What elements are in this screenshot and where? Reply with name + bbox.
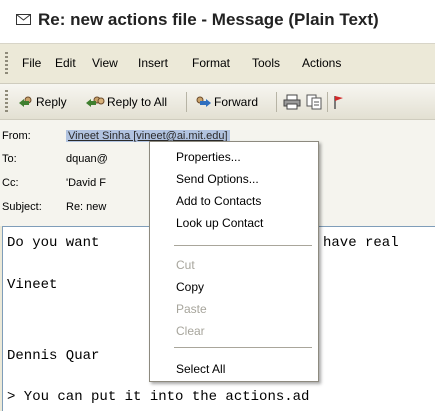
menu-item-paste: Paste	[176, 302, 207, 316]
menu-item-copy[interactable]: Copy	[176, 280, 204, 294]
menu-item-send-options[interactable]: Send Options...	[176, 172, 259, 186]
menu-edit[interactable]: Edit	[55, 56, 76, 70]
toolbar-separator	[276, 92, 277, 112]
body-line-3: Dennis Quar	[7, 348, 100, 364]
reply-all-button[interactable]: Reply to All	[85, 93, 167, 111]
print-button[interactable]	[283, 93, 303, 111]
menu-view[interactable]: View	[92, 56, 118, 70]
menu-item-clear: Clear	[176, 324, 205, 338]
cc-label: Cc:	[2, 177, 19, 189]
forward-label: Forward	[214, 95, 259, 109]
reply-all-label: Reply to All	[107, 95, 168, 109]
menu-separator	[174, 245, 312, 246]
toolbar-grip[interactable]	[5, 90, 8, 114]
subject-label: Subject:	[2, 201, 42, 213]
forward-icon	[196, 96, 211, 107]
menu-format[interactable]: Format	[192, 56, 230, 70]
flag-button[interactable]	[333, 93, 347, 111]
title-bar: Re: new actions file - Message (Plain Te…	[0, 0, 435, 44]
envelope-icon	[16, 14, 31, 25]
menu-file[interactable]: File	[22, 56, 41, 70]
context-menu: Properties... Send Options... Add to Con…	[149, 141, 319, 382]
body-line-2: Vineet	[7, 277, 58, 293]
menu-tools[interactable]: Tools	[252, 56, 280, 70]
to-label: To:	[2, 153, 17, 165]
reply-button[interactable]: Reply	[18, 93, 67, 111]
toolbar: Reply Reply to All Forward	[0, 84, 435, 120]
reply-label: Reply	[36, 95, 67, 109]
menu-item-look-up-contact[interactable]: Look up Contact	[176, 216, 263, 230]
forward-button[interactable]: Forward	[194, 93, 258, 111]
body-line-1a: Do you want	[7, 235, 100, 251]
menu-bar: File Edit View Insert Format Tools Actio…	[0, 44, 435, 84]
menu-item-add-to-contacts[interactable]: Add to Contacts	[176, 194, 261, 208]
flag-icon	[334, 96, 343, 109]
toolbar-separator	[327, 92, 328, 112]
print-icon	[283, 94, 301, 110]
menubar-grip[interactable]	[5, 52, 8, 76]
menu-actions[interactable]: Actions	[302, 56, 341, 70]
from-label: From:	[2, 130, 31, 142]
reply-icon	[19, 96, 32, 107]
menu-insert[interactable]: Insert	[138, 56, 168, 70]
copy-button[interactable]	[306, 93, 325, 111]
toolbar-separator	[186, 92, 187, 112]
body-line-4: > You can put it into the actions.ad	[7, 389, 310, 405]
menu-separator	[174, 347, 312, 348]
copy-icon	[306, 94, 322, 110]
to-field[interactable]: dquan@	[66, 153, 108, 165]
window-title: Re: new actions file - Message (Plain Te…	[38, 10, 379, 29]
cc-field[interactable]: 'David F	[66, 177, 106, 189]
body-line-1b: have real	[323, 235, 399, 251]
menu-item-properties[interactable]: Properties...	[176, 150, 241, 164]
subject-field[interactable]: Re: new	[66, 201, 106, 213]
menu-item-cut: Cut	[176, 258, 195, 272]
reply-all-icon	[86, 96, 105, 107]
menu-item-select-all[interactable]: Select All	[176, 362, 225, 376]
